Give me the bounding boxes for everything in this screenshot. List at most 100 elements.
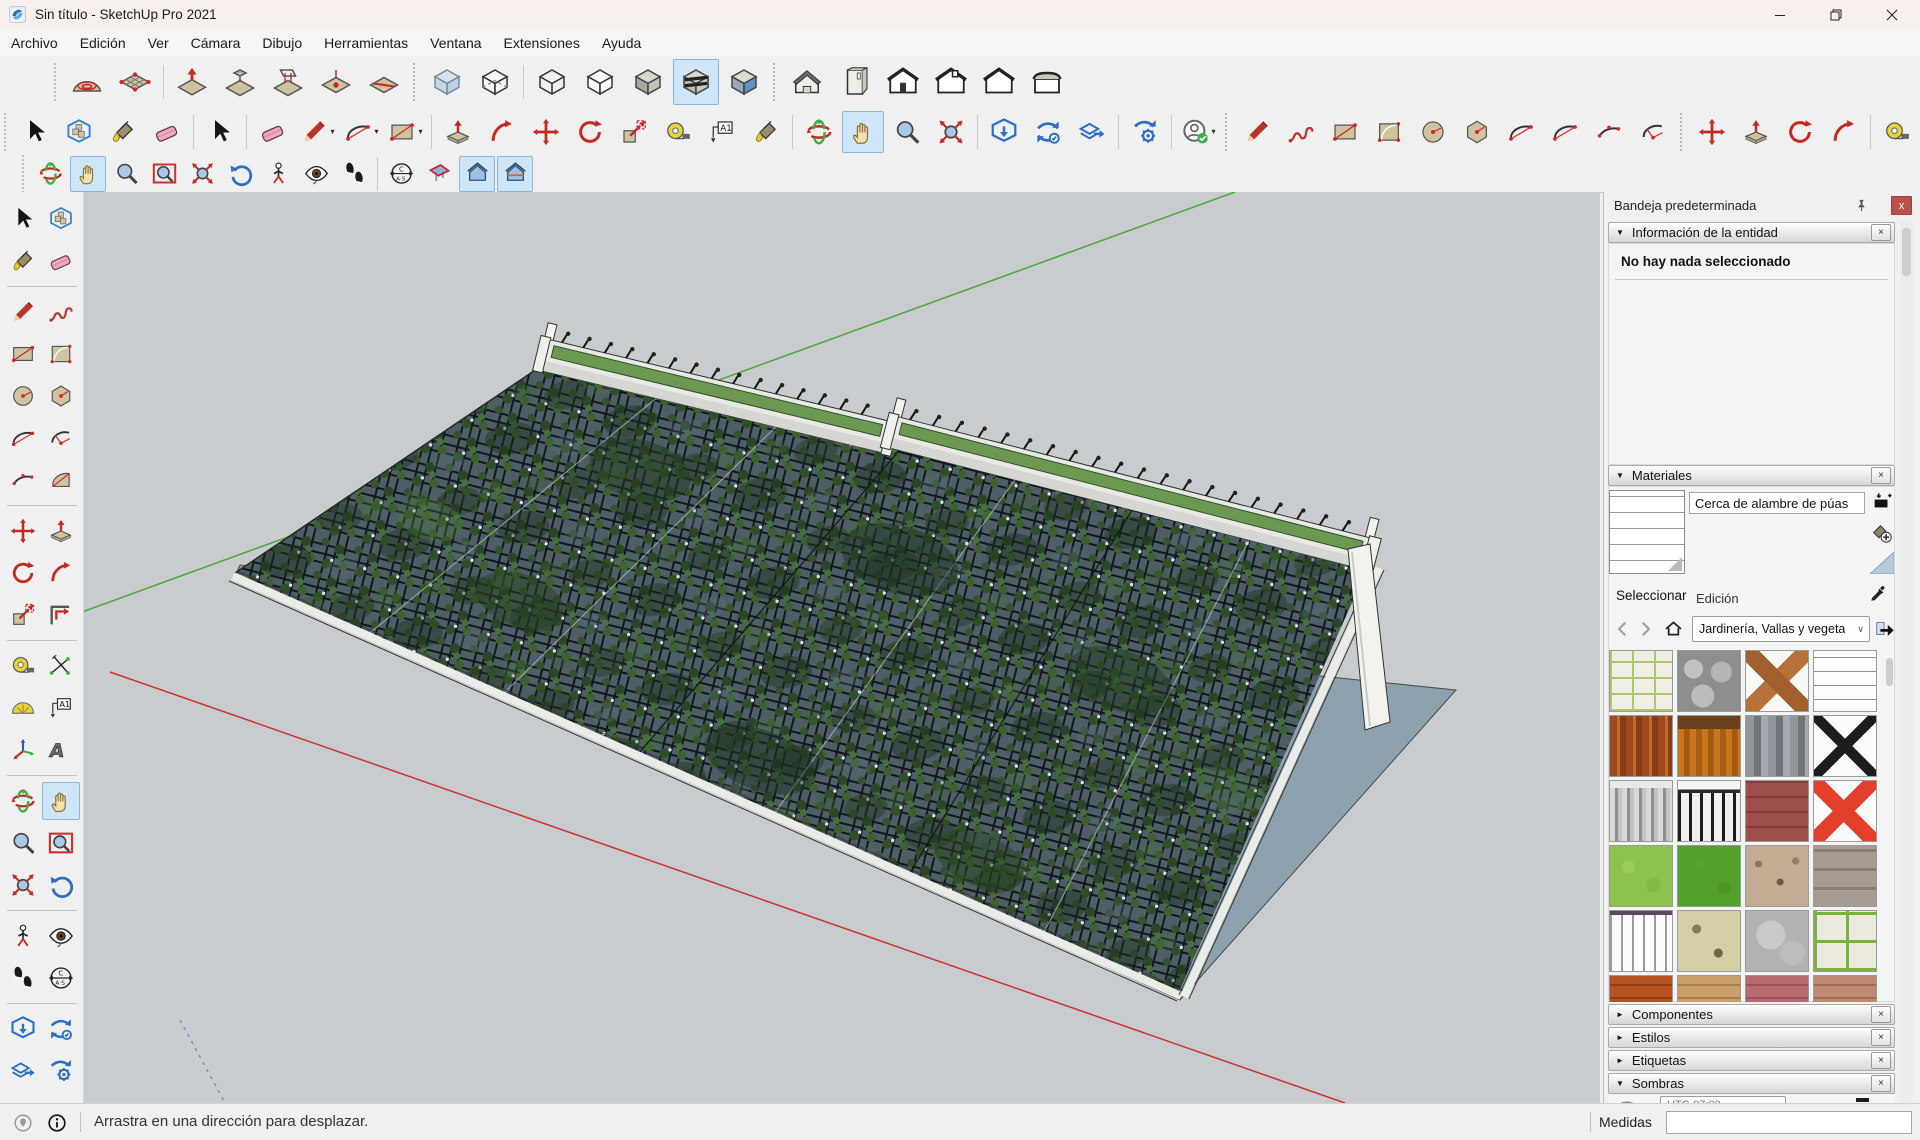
axes-button[interactable] — [4, 731, 42, 769]
section-materials[interactable]: ▼ Materiales × — [1608, 465, 1895, 486]
tab-edicion[interactable]: Edición — [1696, 591, 1739, 606]
section-cut-button[interactable] — [497, 156, 533, 192]
material-tile-salmon-pavers[interactable] — [1813, 975, 1877, 1002]
walk-button[interactable] — [336, 156, 372, 192]
timezone-dropdown[interactable]: UTC-07:00 — [1660, 1096, 1786, 1103]
menu-edicion[interactable]: Edición — [69, 35, 137, 51]
make-component-button[interactable] — [58, 111, 100, 153]
position-camera-button[interactable] — [4, 917, 42, 955]
sample-paint-eyedropper-icon[interactable] — [1868, 584, 1888, 604]
tc-download-button[interactable] — [983, 111, 1025, 153]
stamp-button[interactable] — [217, 59, 263, 105]
compass-button[interactable] — [42, 959, 80, 997]
collection-dropdown[interactable]: Jardinería, Vallas y vegeta ∨ — [1692, 616, 1870, 642]
material-tile-gray-cobble[interactable] — [1813, 845, 1877, 907]
dropdown-arrow-icon[interactable]: ▾ — [1211, 127, 1215, 136]
tc-publish-button[interactable] — [4, 1052, 42, 1090]
rotate-button[interactable] — [569, 111, 611, 153]
tc-gear-button[interactable] — [1124, 111, 1166, 153]
account-button[interactable]: ▾ — [1177, 111, 1219, 153]
rectangle-button[interactable]: ▾ — [384, 111, 426, 153]
rectangle-button[interactable] — [1324, 111, 1366, 153]
eraser-button[interactable] — [146, 111, 188, 153]
two-point-arc-button[interactable] — [1544, 111, 1586, 153]
zoom-button[interactable] — [886, 111, 928, 153]
material-preview[interactable] — [1609, 490, 1685, 574]
rotated-rectangle-button[interactable] — [1368, 111, 1410, 153]
section-etiquetas-close-button[interactable]: × — [1871, 1052, 1891, 1069]
rectangle-button[interactable] — [4, 335, 42, 373]
look-around-button[interactable] — [42, 917, 80, 955]
dimension-button[interactable] — [42, 647, 80, 685]
view-options-arrow-icon[interactable] — [1874, 618, 1896, 640]
eraser-button[interactable] — [252, 111, 294, 153]
zoom-window-button[interactable] — [42, 824, 80, 862]
material-name-input[interactable] — [1689, 492, 1865, 514]
paint-bucket-button[interactable] — [745, 111, 787, 153]
material-tile-picket-fence[interactable] — [1609, 780, 1673, 842]
select-button[interactable] — [14, 111, 56, 153]
dropdown-arrow-icon[interactable]: ▾ — [330, 127, 334, 136]
move-button[interactable] — [4, 512, 42, 550]
back-arrow-icon[interactable] — [1612, 620, 1632, 638]
material-tile-safety-mesh[interactable] — [1813, 780, 1877, 842]
three-point-arc-button[interactable] — [1588, 111, 1630, 153]
menu-dibujo[interactable]: Dibujo — [251, 35, 313, 51]
zoom-extents-button[interactable] — [930, 111, 972, 153]
info-icon[interactable] — [46, 1112, 68, 1134]
two-point-arc-button[interactable] — [4, 419, 42, 457]
view-right-button[interactable] — [928, 59, 974, 105]
material-tile-grass-light[interactable] — [1609, 845, 1673, 907]
polygon-button[interactable] — [42, 377, 80, 415]
add-detail-button[interactable] — [313, 59, 359, 105]
style-shaded-button[interactable] — [625, 59, 671, 105]
material-tile-gravel[interactable] — [1745, 845, 1809, 907]
paint-bucket-button[interactable] — [4, 242, 42, 280]
scale-button[interactable] — [4, 596, 42, 634]
view-iso-button[interactable] — [784, 59, 830, 105]
flip-edge-button[interactable] — [361, 59, 407, 105]
follow-me-button[interactable] — [1823, 111, 1865, 153]
view-left-button[interactable] — [1024, 59, 1070, 105]
freehand-button[interactable] — [42, 293, 80, 331]
menu-extensiones[interactable]: Extensiones — [493, 35, 591, 51]
material-tile-tan-brick[interactable] — [1677, 975, 1741, 1002]
paint-bucket-button[interactable] — [102, 111, 144, 153]
home-icon[interactable] — [1662, 618, 1685, 639]
push-pull-button[interactable] — [42, 512, 80, 550]
zoom-extents-button[interactable] — [184, 156, 220, 192]
pin-icon[interactable] — [1854, 198, 1869, 213]
create-material-icon[interactable] — [1869, 520, 1894, 545]
terrain-grid-button[interactable] — [112, 59, 158, 105]
geolocation-icon[interactable] — [12, 1112, 34, 1134]
menu-herramientas[interactable]: Herramientas — [313, 35, 419, 51]
section-entity-info[interactable]: ▼ Información de la entidad × — [1608, 222, 1895, 243]
push-pull-button[interactable] — [437, 111, 479, 153]
line-button[interactable]: ▾ — [296, 111, 338, 153]
circle-button[interactable] — [1412, 111, 1454, 153]
3d-text-button[interactable] — [42, 731, 80, 769]
style-hiddenline-button[interactable] — [577, 59, 623, 105]
style-wireframe-button[interactable] — [529, 59, 575, 105]
tape-measure-button[interactable] — [4, 647, 42, 685]
material-tile-terrazzo[interactable] — [1677, 910, 1741, 972]
orbit-button[interactable] — [32, 156, 68, 192]
tape-measure-button[interactable] — [657, 111, 699, 153]
material-tile-gray-stone-blocks[interactable] — [1677, 650, 1741, 712]
view-front-button[interactable] — [880, 59, 926, 105]
tray-scrollbar-thumb[interactable] — [1902, 228, 1911, 276]
dropdown-arrow-icon[interactable]: ▾ — [374, 127, 378, 136]
tc-publish-button[interactable] — [1071, 111, 1113, 153]
arc-filled-button[interactable] — [42, 461, 80, 499]
tc-gear-button[interactable] — [42, 1052, 80, 1090]
move-button[interactable] — [525, 111, 567, 153]
zoom-button[interactable] — [108, 156, 144, 192]
material-tile-chain-link[interactable] — [1813, 715, 1877, 777]
rotate-button[interactable] — [4, 554, 42, 592]
tray-scrollbar[interactable] — [1900, 220, 1913, 1103]
material-tile-lattice-top-fence[interactable] — [1677, 715, 1741, 777]
polygon-button[interactable] — [1456, 111, 1498, 153]
menu-camara[interactable]: Cámara — [180, 35, 252, 51]
view-top-button[interactable] — [832, 59, 878, 105]
tray-close-button[interactable]: x — [1891, 196, 1912, 215]
